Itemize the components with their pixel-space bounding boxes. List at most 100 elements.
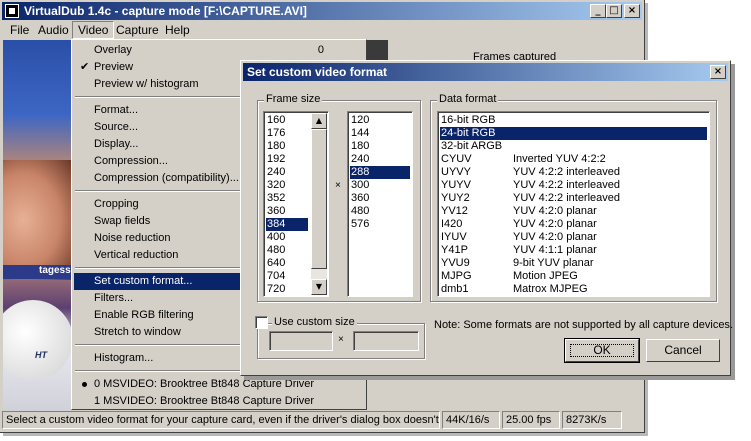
menu-item-label: Format... bbox=[94, 104, 139, 116]
menu-item-driver-1[interactable]: 1 MSVIDEO: Brooktree Bt848 Capture Drive… bbox=[74, 393, 364, 410]
height-listbox[interactable]: 120 144 180 240 288 300 360 480 576 bbox=[347, 111, 413, 297]
format-option[interactable]: IYUV YUV 4:2:0 planar bbox=[440, 231, 707, 244]
menu-item-label: Noise reduction bbox=[94, 232, 171, 244]
format-description: Motion JPEG bbox=[513, 270, 578, 282]
menu-item-label: Compression... bbox=[94, 155, 168, 167]
format-description: YUV 4:2:2 interleaved bbox=[513, 166, 621, 178]
custom-width-input[interactable] bbox=[269, 331, 333, 351]
format-option[interactable]: I420 YUV 4:2:0 planar bbox=[440, 218, 707, 231]
format-description: 9-bit YUV planar bbox=[513, 257, 594, 269]
status-data-rate: 8273K/s bbox=[562, 411, 622, 429]
panel-dark-strip bbox=[366, 40, 388, 62]
format-option[interactable]: YV12 YUV 4:2:0 planar bbox=[440, 205, 707, 218]
status-audio-format: 44K/16/s bbox=[442, 411, 500, 429]
ok-button-label: OK bbox=[566, 340, 638, 361]
dialog-close-button[interactable]: × bbox=[710, 65, 726, 79]
menu-capture[interactable]: Capture bbox=[111, 22, 164, 38]
menu-item-driver-0[interactable]: 0 MSVIDEO: Brooktree Bt848 Capture Drive… bbox=[74, 376, 364, 393]
menu-help[interactable]: Help bbox=[160, 22, 195, 38]
ok-button[interactable]: OK bbox=[564, 338, 640, 363]
format-option[interactable]: 32-bit ARGB bbox=[440, 140, 707, 153]
height-option[interactable]: 144 bbox=[350, 127, 410, 140]
virtualdub-app-icon[interactable] bbox=[5, 4, 19, 18]
scroll-up-button[interactable]: ▲ bbox=[311, 113, 327, 129]
preview-logo-text: HT bbox=[35, 350, 47, 360]
preview-overlay-text: tagess bbox=[3, 265, 71, 279]
menu-item-label: Swap fields bbox=[94, 215, 151, 227]
width-option[interactable]: 176 bbox=[266, 127, 308, 140]
format-option[interactable]: CYUV Inverted YUV 4:2:2 bbox=[440, 153, 707, 166]
menu-video[interactable]: Video bbox=[72, 21, 115, 39]
menu-item-label: 1 MSVIDEO: Brooktree Bt848 Capture Drive… bbox=[94, 395, 315, 407]
main-title-bar[interactable]: VirtualDub 1.4c - capture mode [F:\CAPTU… bbox=[2, 2, 642, 20]
menu-item-label: Cropping bbox=[94, 198, 139, 210]
format-option[interactable]: 16-bit RGB bbox=[440, 114, 707, 127]
format-option[interactable]: dmb1 Matrox MJPEG bbox=[440, 283, 707, 296]
menu-item-label: Preview w/ histogram bbox=[94, 78, 199, 90]
width-option[interactable]: 400 bbox=[266, 231, 308, 244]
width-listbox[interactable]: 160 176 180 192 240 320 352 360 384 400 480 640 704 7… bbox=[263, 111, 329, 297]
format-code: YUY2 bbox=[441, 192, 470, 204]
format-option[interactable]: 24-bit RGB bbox=[440, 127, 707, 140]
format-code: 32-bit ARGB bbox=[441, 140, 503, 152]
format-description: YUV 4:1:1 planar bbox=[513, 244, 597, 256]
close-button[interactable]: × bbox=[624, 4, 640, 18]
status-fps: 25.00 fps bbox=[502, 411, 560, 429]
width-scrollbar[interactable]: ▲ ▼ bbox=[311, 113, 327, 295]
height-option[interactable]: 480 bbox=[350, 205, 410, 218]
width-option[interactable]: 240 bbox=[266, 166, 308, 179]
width-option[interactable]: 480 bbox=[266, 244, 308, 257]
data-format-label: Data format bbox=[437, 93, 499, 105]
width-option[interactable]: 360 bbox=[266, 205, 308, 218]
width-option[interactable]: 192 bbox=[266, 153, 308, 166]
menu-item-overlay[interactable]: Overlay 0 bbox=[74, 42, 364, 59]
window-title: VirtualDub 1.4c - capture mode [F:\CAPTU… bbox=[24, 4, 307, 18]
scroll-down-button[interactable]: ▼ bbox=[311, 279, 327, 295]
height-option[interactable]: 576 bbox=[350, 218, 410, 231]
minimize-button[interactable]: _ bbox=[590, 4, 606, 18]
custom-height-input[interactable] bbox=[353, 331, 419, 351]
format-option[interactable]: MJPG Motion JPEG bbox=[440, 270, 707, 283]
height-option[interactable]: 288 bbox=[350, 166, 410, 179]
height-option[interactable]: 240 bbox=[350, 153, 410, 166]
menu-audio[interactable]: Audio bbox=[33, 22, 74, 38]
height-option[interactable]: 360 bbox=[350, 192, 410, 205]
width-option[interactable]: 704 bbox=[266, 270, 308, 283]
menu-item-label: Display... bbox=[94, 138, 139, 150]
height-option[interactable]: 120 bbox=[350, 114, 410, 127]
preview-face-image bbox=[3, 160, 71, 280]
width-option[interactable]: 640 bbox=[266, 257, 308, 270]
maximize-button[interactable]: □ bbox=[606, 4, 622, 18]
menu-item-label: 0 MSVIDEO: Brooktree Bt848 Capture Drive… bbox=[94, 378, 315, 390]
format-description: YUV 4:2:0 planar bbox=[513, 231, 597, 243]
width-option[interactable]: 720 bbox=[266, 283, 308, 296]
width-option[interactable]: 320 bbox=[266, 179, 308, 192]
height-option[interactable]: 180 bbox=[350, 140, 410, 153]
format-code: I420 bbox=[441, 218, 463, 230]
frame-size-times-sign: × bbox=[335, 180, 341, 191]
format-option[interactable]: UYVY YUV 4:2:2 interleaved bbox=[440, 166, 707, 179]
menu-file[interactable]: File bbox=[5, 22, 34, 38]
use-custom-size-label[interactable]: Use custom size bbox=[272, 316, 357, 328]
format-option[interactable]: Y41P YUV 4:1:1 planar bbox=[440, 244, 707, 257]
check-icon: ✔ bbox=[80, 61, 90, 73]
width-option[interactable]: 352 bbox=[266, 192, 308, 205]
height-option[interactable]: 300 bbox=[350, 179, 410, 192]
cancel-button[interactable]: Cancel bbox=[646, 339, 720, 362]
width-option[interactable]: 160 bbox=[266, 114, 308, 127]
format-option[interactable]: YVU9 9-bit YUV planar bbox=[440, 257, 707, 270]
use-custom-size-checkbox[interactable] bbox=[255, 316, 268, 329]
menu-item-label: Preview bbox=[94, 61, 134, 73]
data-format-listbox[interactable]: 16-bit RGB 24-bit RGB 32-bit ARGB CYUV Inver… bbox=[437, 111, 710, 297]
format-description: Matrox MJPEG bbox=[513, 283, 588, 295]
width-option[interactable]: 384 bbox=[266, 218, 308, 231]
format-code: YUYV bbox=[441, 179, 471, 191]
format-code: Y41P bbox=[441, 244, 468, 256]
scroll-thumb[interactable] bbox=[311, 129, 327, 269]
format-code: YVU9 bbox=[441, 257, 470, 269]
format-code: 24-bit RGB bbox=[441, 127, 496, 139]
width-option[interactable]: 180 bbox=[266, 140, 308, 153]
dialog-title-bar[interactable]: Set custom video format × bbox=[243, 63, 728, 81]
format-option[interactable]: YUYV YUV 4:2:2 interleaved bbox=[440, 179, 707, 192]
format-option[interactable]: YUY2 YUV 4:2:2 interleaved bbox=[440, 192, 707, 205]
